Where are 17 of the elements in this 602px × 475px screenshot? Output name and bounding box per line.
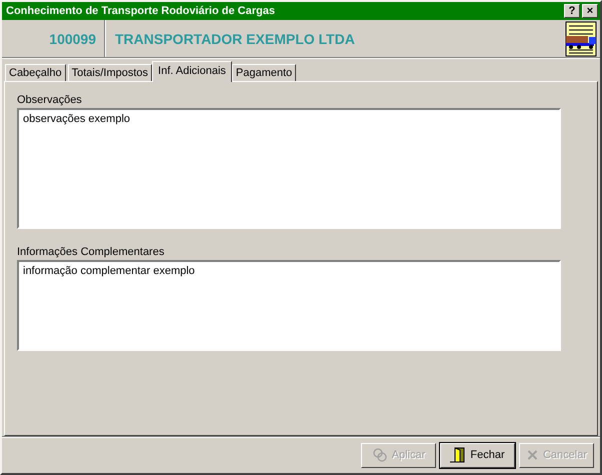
field-label: Informações Complementares: [17, 246, 166, 258]
tab[interactable]: Inf. Adicionais: [152, 61, 232, 82]
record-code: 100099: [2, 20, 105, 57]
door-icon: [450, 447, 466, 463]
tab[interactable]: Cabeçalho: [5, 64, 66, 81]
apply-icon: [372, 447, 388, 463]
close-button[interactable]: ×: [582, 4, 598, 18]
window-title: Conhecimento de Transporte Rodoviário de Cargas: [6, 5, 276, 17]
truck-document-icon: [565, 20, 597, 56]
tab[interactable]: Pagamento: [232, 64, 296, 81]
company-name: TRANSPORTADOR EXEMPLO LTDA: [114, 30, 356, 46]
field-label: Observações: [17, 94, 83, 106]
text-area[interactable]: informação complementar exemplo: [17, 260, 561, 351]
text-area[interactable]: observações exemplo: [17, 108, 561, 229]
close-button[interactable]: Fechar: [440, 442, 515, 468]
help-button[interactable]: ?: [564, 4, 580, 18]
tab[interactable]: Totais/Impostos: [68, 64, 152, 81]
